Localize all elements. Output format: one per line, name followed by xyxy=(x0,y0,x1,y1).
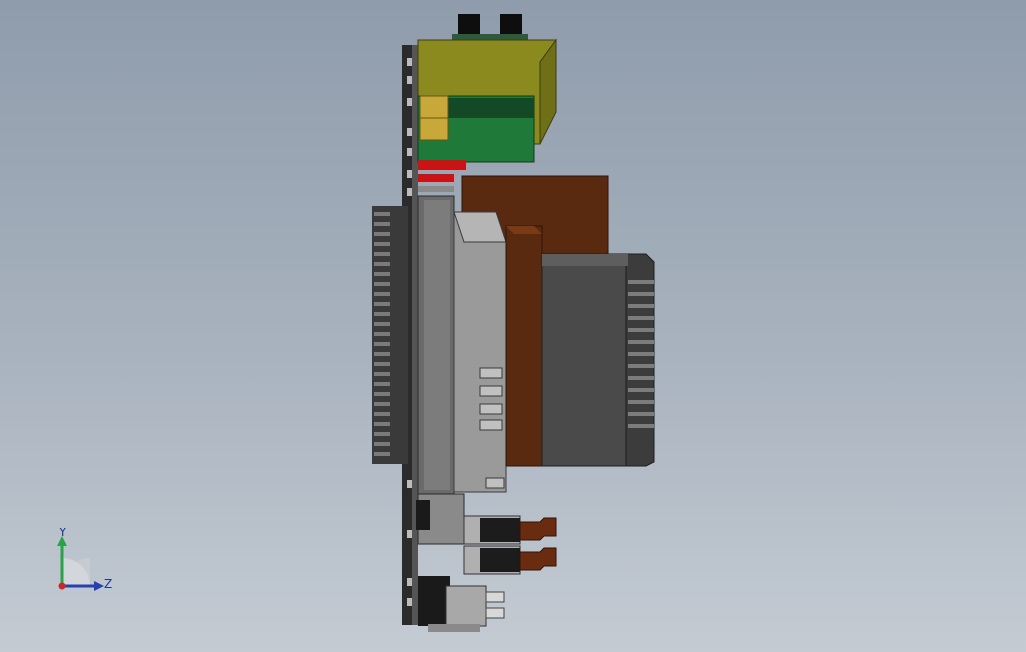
lower-chip xyxy=(416,500,430,530)
mounting-plate-inner xyxy=(424,200,450,490)
capacitor-bottom xyxy=(419,117,449,141)
lower-black-1 xyxy=(480,518,520,542)
cad-model-side-view[interactable] xyxy=(0,0,1026,652)
x-axis-origin-dot xyxy=(58,582,66,590)
coordinate-triad: Y Z xyxy=(57,528,112,591)
bottom-foot xyxy=(428,624,480,632)
connector-slot-2 xyxy=(479,385,503,397)
bottom-connector-body xyxy=(445,585,487,627)
y-axis-label: Y xyxy=(58,528,67,539)
capacitor-top xyxy=(419,95,449,119)
green-subboard-dark xyxy=(446,98,534,118)
left-heatsink xyxy=(372,206,408,464)
gray-pin xyxy=(418,186,454,192)
connector-slot-3 xyxy=(479,403,503,415)
red-pin-top xyxy=(418,160,466,170)
z-axis-arrow-icon xyxy=(94,581,104,591)
copper-block-middle xyxy=(505,225,543,467)
copper-terminal-1 xyxy=(519,517,557,541)
connector-slot-1 xyxy=(479,367,503,379)
red-pin-bottom xyxy=(418,174,454,182)
main-pcb-edge xyxy=(412,45,418,625)
bottom-port-top xyxy=(485,591,505,603)
connector-body xyxy=(453,211,507,493)
3d-viewport[interactable]: Y Z xyxy=(0,0,1026,652)
bottom-connector-base xyxy=(418,576,450,626)
lower-black-2 xyxy=(480,548,520,572)
connector-slot-5 xyxy=(485,477,505,489)
right-heatsink xyxy=(541,253,655,467)
connector-slot-4 xyxy=(479,419,503,431)
copper-terminal-2 xyxy=(519,547,557,571)
z-axis-label: Z xyxy=(104,577,112,591)
bottom-port-bottom xyxy=(485,607,505,619)
